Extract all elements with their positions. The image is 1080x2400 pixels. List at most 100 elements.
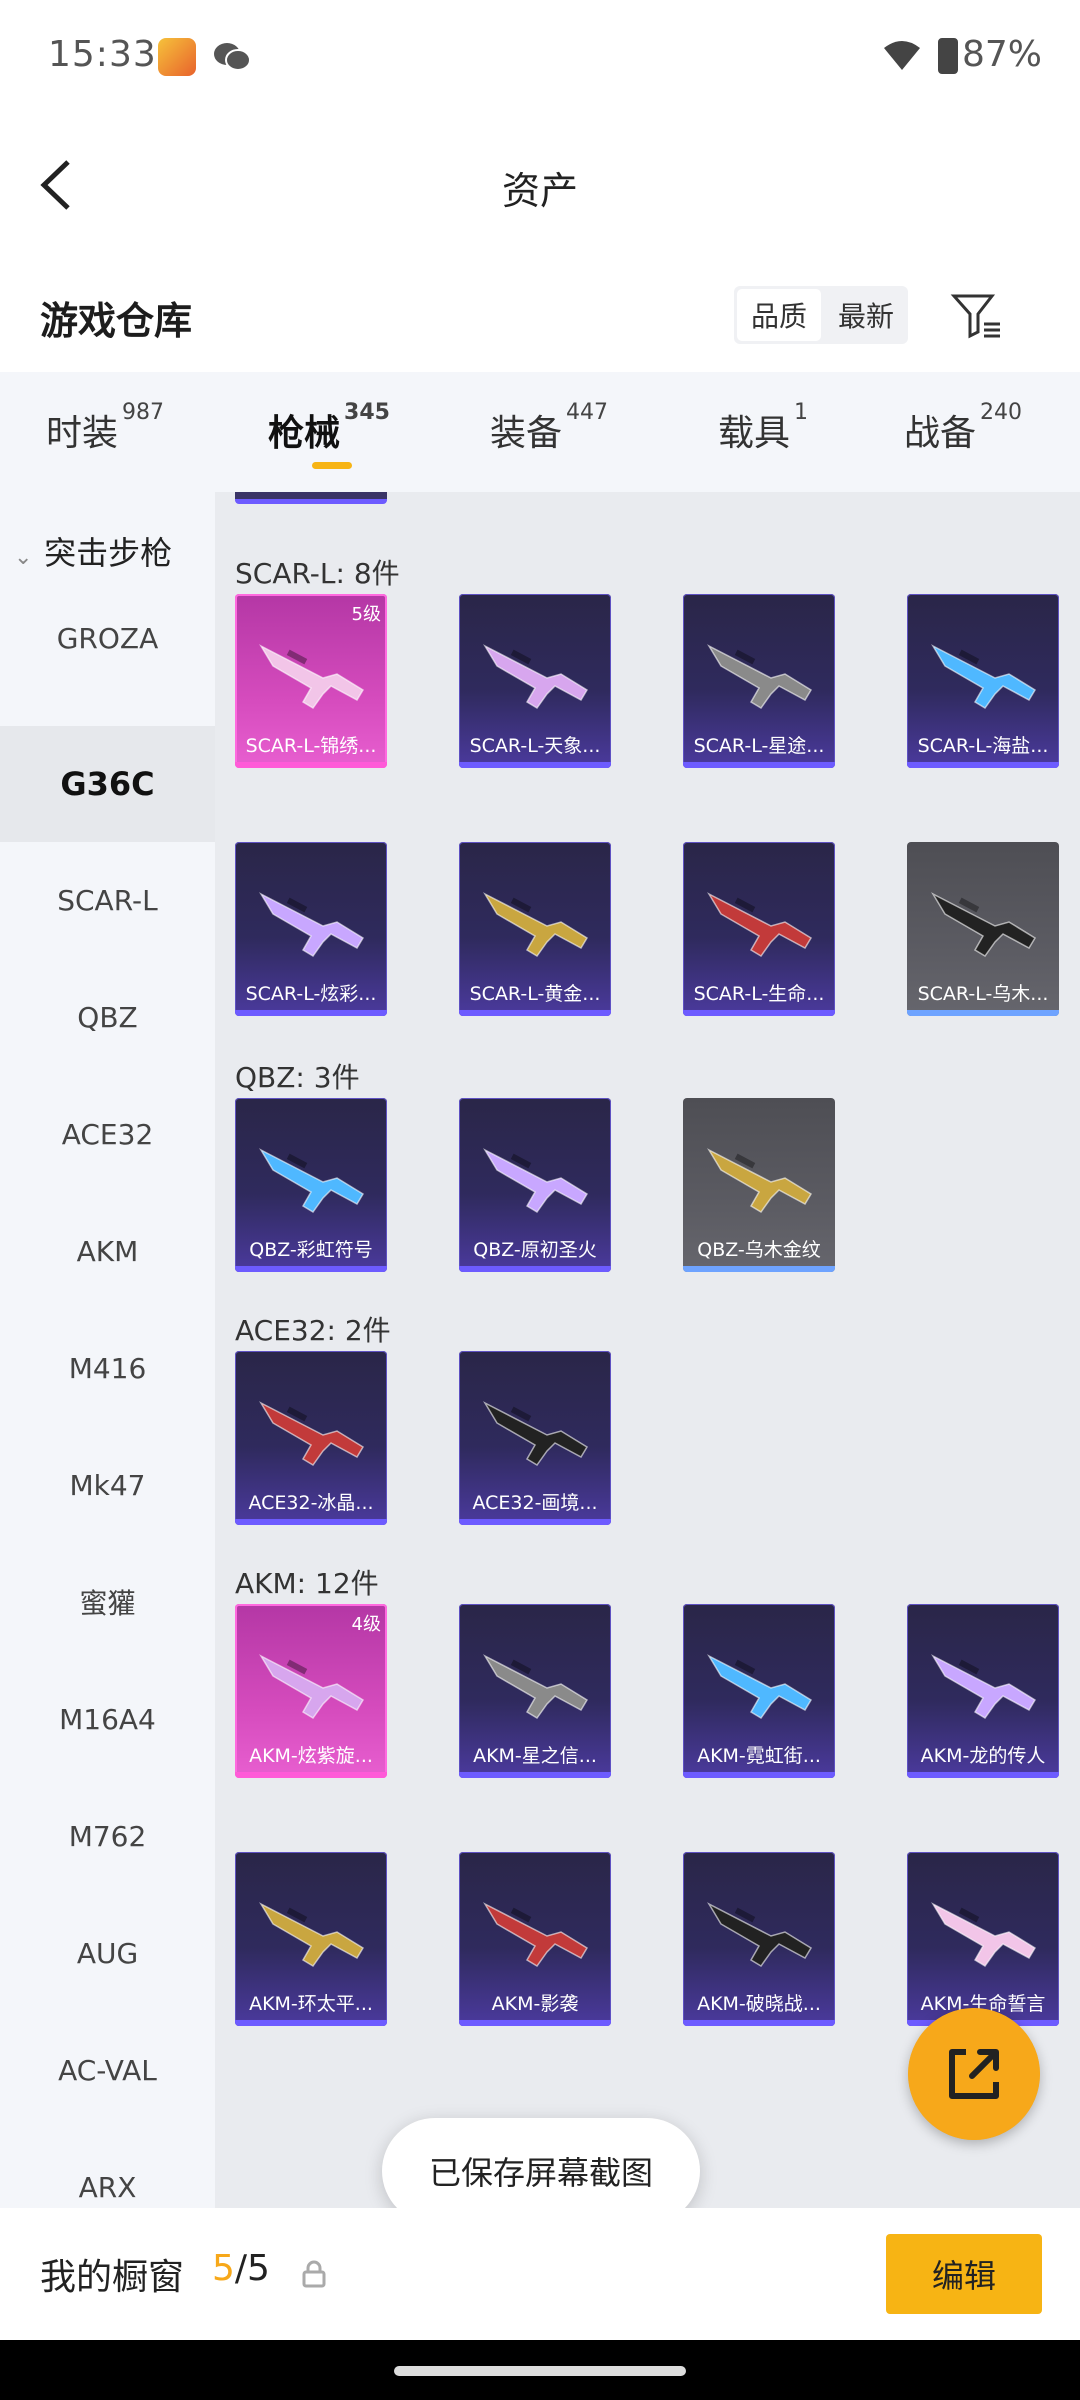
weapon-skin-card[interactable]: SCAR-L-天象... xyxy=(459,594,611,768)
rarity-bar xyxy=(459,1519,611,1525)
game-app-notification-icon xyxy=(158,38,196,76)
rifle-icon xyxy=(482,1148,589,1213)
rifle-icon xyxy=(930,1902,1037,1967)
sidebar-item-arx[interactable]: ARX xyxy=(0,2129,215,2208)
edit-button[interactable]: 编辑 xyxy=(886,2234,1042,2314)
skin-name: QBZ-原初圣火 xyxy=(473,1239,597,1261)
tab-label: 时装 xyxy=(46,413,119,454)
weapon-skin-card[interactable]: QBZ-乌木金纹 xyxy=(683,1098,835,1272)
weapon-skin-card[interactable]: AKM-影袭 xyxy=(459,1852,611,2026)
rifle-icon xyxy=(258,892,365,957)
partial-card-g36c[interactable] xyxy=(235,492,387,504)
sidebar-item-ac-val[interactable]: AC-VAL xyxy=(0,2012,215,2128)
sidebar-item-groza[interactable]: GROZA xyxy=(0,580,215,696)
skin-name: SCAR-L-海盐... xyxy=(917,735,1049,757)
weapon-skin-card[interactable]: SCAR-L-黄金... xyxy=(459,842,611,1016)
weapon-skin-card[interactable]: SCAR-L-乌木... xyxy=(907,842,1059,1016)
sidebar-group-label: 突击步枪 xyxy=(44,534,173,572)
weapon-skin-card[interactable]: ACE32-冰晶... xyxy=(235,1351,387,1525)
skin-name: SCAR-L-锦绣... xyxy=(245,735,377,757)
weapon-skin-card[interactable]: 5级 SCAR-L-锦绣... xyxy=(235,594,387,768)
rarity-bar xyxy=(459,1772,611,1778)
sidebar-item-m762[interactable]: M762 xyxy=(0,1778,215,1894)
group-label: ACE32: 2件 xyxy=(235,1314,391,1347)
sidebar-item-g36c[interactable]: G36C xyxy=(0,726,215,842)
sidebar-item-mk47[interactable]: Mk47 xyxy=(0,1427,215,1543)
category-tabs: 时装987 枪械345 装备447 载具1 战备240 xyxy=(0,372,1080,492)
sidebar-item-m16a4[interactable]: M16A4 xyxy=(0,1661,215,1777)
rifle-icon xyxy=(482,1902,589,1967)
tab-label: 战备 xyxy=(904,413,977,454)
tab-label: 枪械 xyxy=(268,413,341,454)
rifle-icon xyxy=(258,1148,365,1213)
sort-by-quality[interactable]: 品质 xyxy=(737,289,821,341)
skin-name: SCAR-L-炫彩... xyxy=(245,983,377,1005)
rifle-icon xyxy=(258,1654,365,1719)
tab-count: 345 xyxy=(344,400,390,425)
weapon-skin-card[interactable]: SCAR-L-海盐... xyxy=(907,594,1059,768)
weapon-skin-card[interactable]: ACE32-画境... xyxy=(459,1351,611,1525)
rarity-bar xyxy=(459,2020,611,2026)
sidebar-item-ace32[interactable]: ACE32 xyxy=(0,1076,215,1192)
weapon-skin-card[interactable]: AKM-破晓战... xyxy=(683,1852,835,2026)
rarity-bar xyxy=(683,1010,835,1016)
sort-by-newest[interactable]: 最新 xyxy=(824,286,908,344)
home-gesture-handle[interactable] xyxy=(394,2366,686,2376)
weapon-skin-card[interactable]: AKM-龙的传人 xyxy=(907,1604,1059,1778)
rifle-icon xyxy=(706,892,813,957)
tab-vehicles[interactable]: 载具1 xyxy=(718,400,808,456)
rifle-icon xyxy=(930,1654,1037,1719)
sidebar-item-aug[interactable]: AUG xyxy=(0,1895,215,2011)
rarity-bar xyxy=(907,1772,1059,1778)
rifle-icon xyxy=(482,644,589,709)
tab-combat-gear[interactable]: 战备240 xyxy=(904,400,1022,456)
share-button[interactable] xyxy=(908,2008,1040,2140)
weapon-skin-card[interactable]: SCAR-L-生命... xyxy=(683,842,835,1016)
rarity-bar xyxy=(683,1772,835,1778)
weapon-skin-card[interactable]: SCAR-L-星途... xyxy=(683,594,835,768)
sort-toggle: 品质 最新 xyxy=(734,286,908,344)
sidebar-group-assault-rifles[interactable]: ⌄ 突击步枪 xyxy=(14,528,172,574)
rarity-bar xyxy=(683,2020,835,2026)
sidebar-item-m416[interactable]: M416 xyxy=(0,1310,215,1426)
group-label: SCAR-L: 8件 xyxy=(235,557,400,590)
skin-name: AKM-炫紫旋... xyxy=(249,1745,373,1767)
skin-name: AKM-星之信... xyxy=(473,1745,597,1767)
skin-name: SCAR-L-生命... xyxy=(693,983,825,1005)
weapon-skin-card[interactable]: 4级 AKM-炫紫旋... xyxy=(235,1604,387,1778)
weapon-skin-card[interactable]: SCAR-L-炫彩... xyxy=(235,842,387,1016)
rarity-bar xyxy=(907,762,1059,768)
tab-equipment[interactable]: 装备447 xyxy=(490,400,608,456)
tab-count: 447 xyxy=(566,400,609,425)
weapon-skin-card[interactable]: AKM-霓虹街... xyxy=(683,1604,835,1778)
skin-name: QBZ-彩虹符号 xyxy=(249,1239,373,1261)
tab-guns[interactable]: 枪械345 xyxy=(268,400,390,456)
sidebar-item-qbz[interactable]: QBZ xyxy=(0,959,215,1075)
weapon-skin-card[interactable]: QBZ-彩虹符号 xyxy=(235,1098,387,1272)
wifi-icon xyxy=(884,41,920,70)
status-bar: 15:33 87% xyxy=(0,0,1080,110)
system-nav-bar xyxy=(0,2340,1080,2400)
skin-name: AKM-环太平... xyxy=(249,1993,373,2015)
wechat-icon xyxy=(214,43,251,71)
skin-name: AKM-影袭 xyxy=(491,1993,579,2015)
header: 资产 xyxy=(0,110,1080,260)
sidebar-item-honey-badger[interactable]: 蜜獾 xyxy=(0,1544,215,1660)
skin-name: SCAR-L-星途... xyxy=(693,735,825,757)
rarity-bar xyxy=(683,762,835,768)
tab-fashion[interactable]: 时装987 xyxy=(46,400,164,456)
weapon-skin-card[interactable]: QBZ-原初圣火 xyxy=(459,1098,611,1272)
sidebar-item-scar-l[interactable]: SCAR-L xyxy=(0,842,215,958)
weapon-skin-card[interactable]: AKM-星之信... xyxy=(459,1604,611,1778)
weapon-skin-card[interactable]: AKM-环太平... xyxy=(235,1852,387,2026)
tab-count: 1 xyxy=(794,400,809,425)
tab-count: 987 xyxy=(122,400,165,425)
filter-icon[interactable] xyxy=(948,288,1004,344)
rarity-bar xyxy=(459,762,611,768)
skin-name: AKM-霓虹街... xyxy=(697,1745,821,1767)
skin-name: AKM-破晓战... xyxy=(697,1993,821,2015)
weapon-skin-card[interactable]: AKM-生命誓言 xyxy=(907,1852,1059,2026)
sidebar-item-akm[interactable]: AKM xyxy=(0,1193,215,1309)
tab-label: 装备 xyxy=(490,413,563,454)
rifle-icon xyxy=(706,1654,813,1719)
